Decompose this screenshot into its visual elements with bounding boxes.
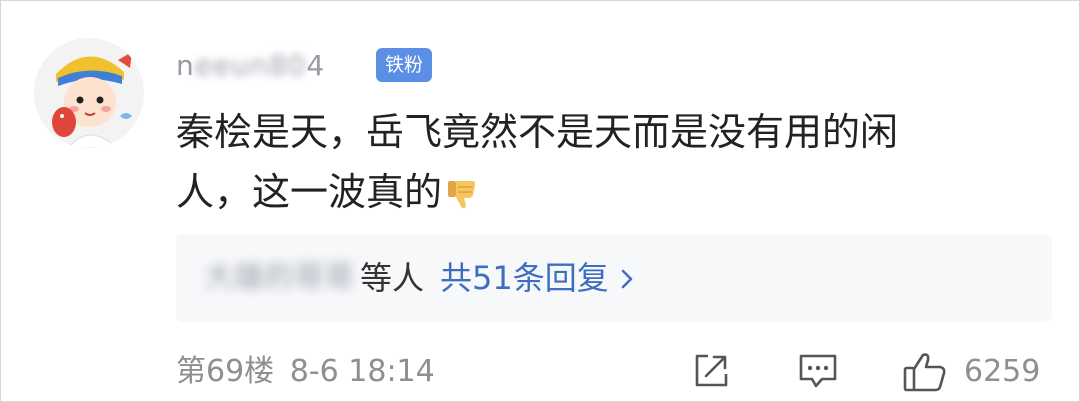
avatar[interactable]: [34, 38, 144, 148]
reply-summary[interactable]: 大雄的哥哥 等人 共51条回复: [176, 234, 1052, 322]
comment-line-1: 秦桧是天，岳飞竟然不是天而是没有用的闲: [176, 110, 899, 154]
comment-bubble-icon: [799, 354, 837, 388]
username-prefix: n: [176, 49, 195, 82]
username-blurred: eeun80: [194, 49, 307, 82]
view-replies-link[interactable]: 共51条回复: [440, 256, 635, 300]
chevron-right-icon: [621, 269, 633, 289]
share-button[interactable]: [690, 350, 732, 394]
reply-button[interactable]: [796, 350, 840, 394]
username[interactable]: neeun804: [176, 44, 325, 88]
reply-count-label: 共51条回复: [440, 259, 609, 297]
comment-line-2: 人，这一波真的: [176, 162, 996, 222]
floor-number: 第69楼: [176, 354, 275, 389]
reply-users-suffix: 等人: [360, 259, 425, 297]
avatar-cartoon-icon: [34, 38, 144, 148]
thumbs-down-icon: [448, 181, 476, 209]
like-count: 6259: [964, 354, 1041, 389]
share-icon: [695, 354, 728, 387]
username-suffix: 4: [306, 49, 326, 82]
fan-badge: 铁粉: [376, 48, 433, 82]
reply-user-names: 大雄的哥哥: [204, 260, 354, 295]
comment-meta: 第69楼 8-6 18:14: [176, 350, 435, 394]
thumbs-up-icon: [903, 353, 946, 392]
like-button[interactable]: [902, 350, 948, 394]
comment-line-2-text: 人，这一波真的: [176, 170, 443, 214]
comment-datetime: 8-6 18:14: [289, 354, 435, 389]
comment-text: 秦桧是天，岳飞竟然不是天而是没有用的闲 人，这一波真的: [176, 102, 996, 222]
